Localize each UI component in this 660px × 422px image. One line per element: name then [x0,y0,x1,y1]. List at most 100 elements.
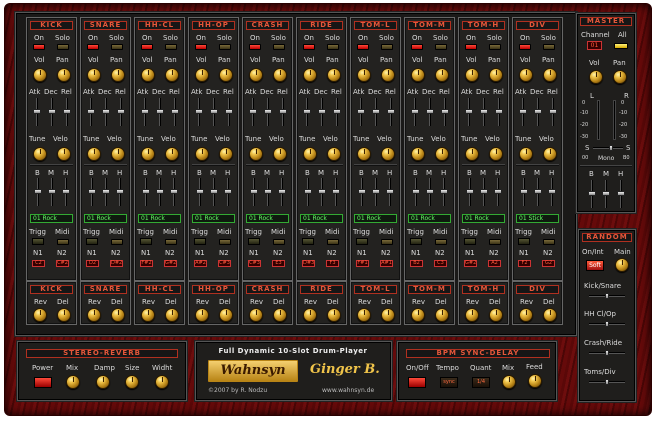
velo-knob[interactable] [111,147,125,161]
eq-h-fader[interactable] [494,178,502,206]
pan-knob[interactable] [57,68,71,82]
eq-m-fader[interactable] [318,178,326,206]
trigger-button[interactable] [248,238,260,245]
trigger-button[interactable] [194,238,206,245]
tune-knob[interactable] [411,147,425,161]
on-led-button[interactable] [411,44,423,50]
eq-b-fader[interactable] [520,178,528,206]
eq-h-fader[interactable] [440,178,448,206]
trigger-button[interactable] [356,238,368,245]
del-send-knob[interactable] [165,308,179,322]
eq-b-fader[interactable] [142,178,150,206]
eq-m-fader[interactable] [102,178,110,206]
atk-fader[interactable] [33,98,41,126]
delay-tempo-button[interactable]: sync [440,377,458,388]
rev-send-knob[interactable] [519,308,533,322]
eq-m-fader[interactable] [426,178,434,206]
note1-display[interactable]: D#3 [302,260,315,267]
eq-m-fader[interactable] [534,178,542,206]
pan-knob[interactable] [327,68,341,82]
reverb-mix-knob[interactable] [66,375,80,389]
note2-display[interactable]: F3 [326,260,339,267]
note2-display[interactable]: C#3 [218,260,231,267]
stereo-width-slider[interactable] [593,145,623,151]
rev-send-knob[interactable] [411,308,425,322]
eq-b-fader[interactable] [250,178,258,206]
eq-h-fader[interactable] [278,178,286,206]
master-all-led[interactable] [614,43,628,49]
random-kick-snare-slider[interactable] [589,293,625,299]
pan-knob[interactable] [489,68,503,82]
on-led-button[interactable] [303,44,315,50]
del-send-knob[interactable] [543,308,557,322]
midi-led[interactable] [543,239,555,245]
master-vol-knob[interactable] [589,70,603,84]
dec-fader[interactable] [48,98,56,126]
eq-h-fader[interactable] [170,178,178,206]
midi-led[interactable] [219,239,231,245]
eq-b-fader[interactable] [304,178,312,206]
rev-send-knob[interactable] [465,308,479,322]
del-send-knob[interactable] [489,308,503,322]
rev-send-knob[interactable] [303,308,317,322]
solo-led-button[interactable] [219,44,231,50]
atk-fader[interactable] [411,98,419,126]
velo-knob[interactable] [219,147,233,161]
eq-h-fader[interactable] [386,178,394,206]
tune-knob[interactable] [195,147,209,161]
rel-fader[interactable] [549,98,557,126]
del-send-knob[interactable] [57,308,71,322]
pan-knob[interactable] [543,68,557,82]
eq-m-fader[interactable] [480,178,488,206]
pan-knob[interactable] [273,68,287,82]
pan-knob[interactable] [435,68,449,82]
delay-quant-button[interactable]: 1/4 [472,377,490,388]
atk-fader[interactable] [249,98,257,126]
del-send-knob[interactable] [219,308,233,322]
delay-onoff-button[interactable] [408,377,426,388]
random-hh-slider[interactable] [589,321,625,327]
velo-knob[interactable] [57,147,71,161]
eq-h-fader[interactable] [224,178,232,206]
preset-display[interactable]: 01 Rock [138,214,181,223]
solo-led-button[interactable] [543,44,555,50]
note1-display[interactable]: D2 [86,260,99,267]
del-send-knob[interactable] [327,308,341,322]
reverb-size-knob[interactable] [125,375,139,389]
vol-knob[interactable] [249,68,263,82]
preset-display[interactable]: 01 Rock [30,214,73,223]
velo-knob[interactable] [435,147,449,161]
midi-led[interactable] [57,239,69,245]
midi-led[interactable] [435,239,447,245]
midi-led[interactable] [273,239,285,245]
vol-knob[interactable] [141,68,155,82]
solo-led-button[interactable] [489,44,501,50]
note1-display[interactable]: F2 [518,260,531,267]
on-led-button[interactable] [33,44,45,50]
note2-display[interactable]: A2 [488,260,501,267]
eq-b-fader[interactable] [88,178,96,206]
on-led-button[interactable] [465,44,477,50]
eq-b-fader[interactable] [34,178,42,206]
rev-send-knob[interactable] [357,308,371,322]
rel-fader[interactable] [495,98,503,126]
note2-display[interactable]: C#2 [56,260,69,267]
delay-mix-knob[interactable] [502,375,516,389]
delay-feed-knob[interactable] [528,374,542,388]
solo-led-button[interactable] [57,44,69,50]
note1-display[interactable]: F#2 [140,260,153,267]
velo-knob[interactable] [489,147,503,161]
reverb-damp-knob[interactable] [96,375,110,389]
note1-display[interactable]: B2 [410,260,423,267]
eq-h-fader[interactable] [548,178,556,206]
preset-display[interactable]: 01 Stick [516,214,559,223]
random-main-knob[interactable] [615,258,629,272]
rev-send-knob[interactable] [87,308,101,322]
dec-fader[interactable] [372,98,380,126]
dec-fader[interactable] [534,98,542,126]
pan-knob[interactable] [381,68,395,82]
dec-fader[interactable] [318,98,326,126]
atk-fader[interactable] [519,98,527,126]
rel-fader[interactable] [333,98,341,126]
solo-led-button[interactable] [273,44,285,50]
